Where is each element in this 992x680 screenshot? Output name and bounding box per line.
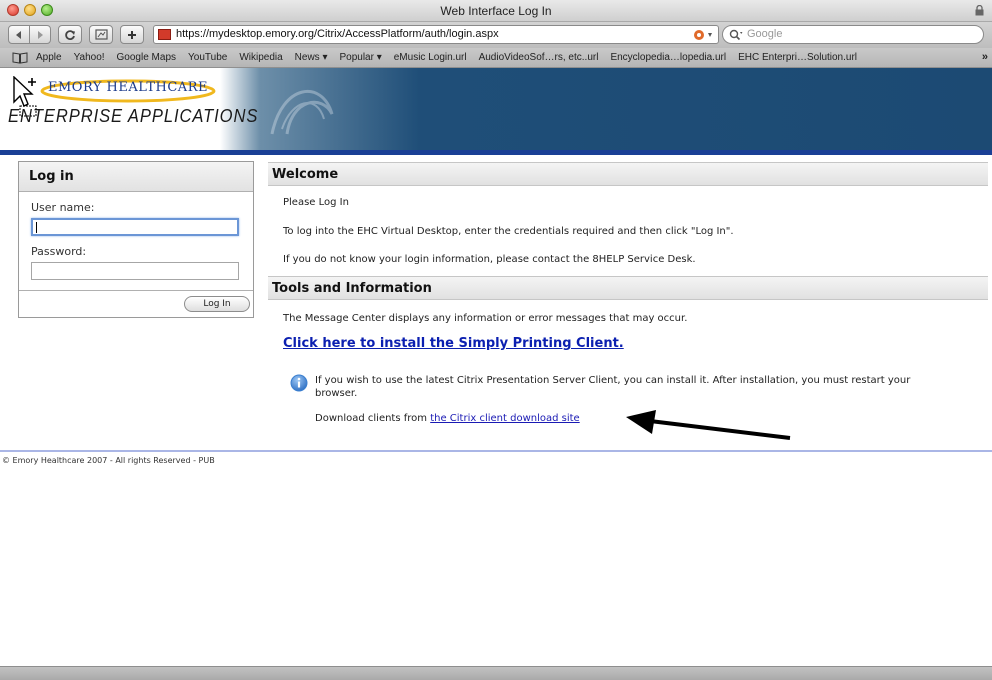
bookmarks-overflow-button[interactable]: » [982, 51, 988, 63]
install-printing-client-link[interactable]: Click here to install the Simply Printin… [283, 336, 624, 351]
bookmark-item[interactable]: eMusic Login.url [394, 52, 467, 63]
citrix-client-info-text: If you wish to use the latest Citrix Pre… [315, 375, 911, 399]
rss-and-dropdown-icon[interactable] [694, 28, 716, 42]
open-book-icon[interactable] [12, 52, 28, 64]
lock-icon [975, 5, 984, 16]
welcome-line-2: To log into the EHC Virtual Desktop, ent… [283, 226, 734, 237]
bookmark-item[interactable]: YouTube [188, 52, 227, 63]
bookmark-item[interactable]: Yahoo! [74, 52, 105, 63]
welcome-line-3: If you do not know your login informatio… [283, 254, 696, 265]
banner-subtitle: ENTERPRISE APPLICATIONS [8, 106, 259, 126]
site-favicon-icon [158, 29, 171, 40]
username-label: User name: [31, 201, 95, 214]
bookmark-item[interactable]: Apple [36, 52, 62, 63]
bookmark-item[interactable]: AudioVideoSof…rs, etc..url [479, 52, 599, 63]
emory-healthcare-logo: EMORY HEALTHCARE [48, 80, 208, 95]
password-field[interactable] [31, 262, 239, 280]
welcome-heading: Welcome [268, 162, 988, 186]
arrow-annotation-icon [626, 410, 791, 440]
login-title: Log in [19, 162, 253, 192]
forward-button[interactable] [29, 25, 51, 44]
login-button[interactable]: Log In [184, 296, 250, 312]
forward-arrow-icon [38, 30, 43, 39]
address-bar[interactable]: https://mydesktop.emory.org/Citrix/Acces… [153, 25, 719, 44]
mouse-cursor-icon [13, 76, 37, 117]
reload-icon [65, 29, 75, 40]
add-bookmark-button[interactable] [120, 25, 144, 44]
status-bar [0, 666, 992, 680]
login-panel: Log in User name: Password: Log In [18, 161, 254, 318]
bookmark-item[interactable]: Popular ▾ [339, 52, 381, 63]
search-placeholder: Google [747, 28, 783, 40]
copyright-text: © Emory Healthcare 2007 - All rights Res… [2, 456, 215, 465]
browser-toolbar: https://mydesktop.emory.org/Citrix/Acces… [0, 22, 992, 48]
bookmark-item[interactable]: News ▾ [295, 52, 328, 63]
bookmark-item[interactable]: EHC Enterpri…Solution.url [738, 52, 857, 63]
tools-heading: Tools and Information [268, 276, 988, 300]
bookmark-list: Apple Yahoo! Google Maps YouTube Wikiped… [36, 52, 857, 63]
info-icon [290, 374, 308, 392]
reload-button[interactable] [58, 25, 82, 44]
search-input[interactable]: Google [722, 25, 984, 44]
search-icon [729, 29, 743, 41]
snapback-button[interactable] [89, 25, 113, 44]
banner-stripe [0, 150, 992, 155]
bookmark-item[interactable]: Google Maps [117, 52, 176, 63]
address-url: https://mydesktop.emory.org/Citrix/Acces… [176, 28, 499, 40]
plus-icon [128, 30, 136, 39]
bookmarks-bar: Apple Yahoo! Google Maps YouTube Wikiped… [0, 48, 992, 68]
window-title: Web Interface Log In [440, 4, 552, 18]
back-button[interactable] [8, 25, 30, 44]
bookmark-item[interactable]: Wikipedia [239, 52, 282, 63]
download-prefix: Download clients from [315, 413, 428, 424]
welcome-line-1: Please Log In [283, 197, 349, 208]
message-center-text: The Message Center displays any informat… [283, 313, 688, 324]
back-arrow-icon [16, 30, 21, 39]
footer-divider [0, 450, 992, 452]
citrix-download-link[interactable]: the Citrix client download site [430, 413, 580, 424]
login-divider [19, 290, 253, 291]
banner-decoration-icon [270, 89, 334, 135]
password-label: Password: [31, 245, 87, 258]
screenshot-icon [94, 29, 108, 40]
download-clients-text: Download clients from the Citrix client … [315, 413, 580, 424]
username-field[interactable] [31, 218, 239, 236]
bookmark-item[interactable]: Encyclopedia…lopedia.url [610, 52, 726, 63]
window-titlebar: Web Interface Log In [0, 0, 992, 22]
